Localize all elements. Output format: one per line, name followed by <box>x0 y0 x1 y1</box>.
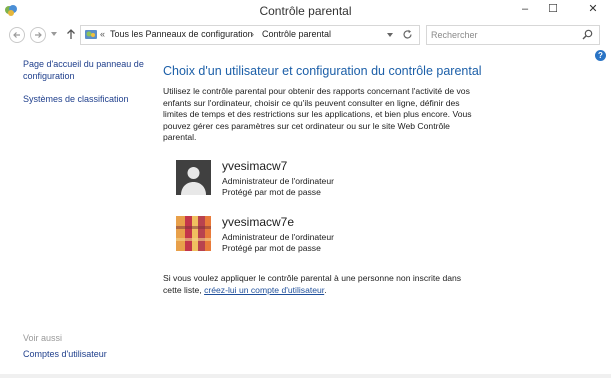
refresh-icon[interactable] <box>402 29 413 40</box>
photo-user-avatar <box>176 216 211 251</box>
window-bottom-edge <box>0 374 611 378</box>
user-tile-yvesimacw7[interactable]: yvesimacw7 Administrateur de l'ordinateu… <box>176 159 476 197</box>
note-end: . <box>324 284 327 295</box>
user-tile-yvesimacw7e[interactable]: yvesimacw7e Administrateur de l'ordinate… <box>176 215 476 253</box>
forward-button[interactable] <box>30 27 46 43</box>
title-bar: Contrôle parental – ☐ ✕ <box>0 0 611 22</box>
help-icon[interactable]: ? <box>595 50 606 61</box>
control-panel-icon <box>84 28 98 42</box>
close-button[interactable]: ✕ <box>581 0 605 18</box>
breadcrumb-all-control-panel[interactable]: Tous les Panneaux de configuration <box>110 29 253 39</box>
back-button[interactable] <box>9 27 25 43</box>
see-also-heading: Voir aussi <box>23 333 63 343</box>
address-dropdown-icon[interactable] <box>387 33 393 37</box>
page-heading: Choix d'un utilisateur et configuration … <box>163 64 482 78</box>
minimize-button[interactable]: – <box>513 0 537 18</box>
recent-pages-dropdown-icon[interactable] <box>51 32 57 36</box>
search-icon[interactable] <box>582 29 593 40</box>
user-name: yvesimacw7e <box>222 215 295 229</box>
user-role: Administrateur de l'ordinateur <box>222 232 334 242</box>
default-user-avatar <box>176 160 211 195</box>
intro-paragraph: Utilisez le contrôle parental pour obten… <box>163 86 472 143</box>
breadcrumb-separator: › <box>251 29 254 39</box>
address-bar[interactable]: « Tous les Panneaux de configuration › C… <box>80 25 420 45</box>
sidebar-link-rating-systems[interactable]: Systèmes de classification <box>23 93 148 105</box>
create-account-note: Si vous voulez appliquer le contrôle par… <box>163 273 473 296</box>
create-user-account-link[interactable]: créez-lui un compte d'utilisateur <box>204 285 324 295</box>
user-role: Administrateur de l'ordinateur <box>222 176 334 186</box>
maximize-button[interactable]: ☐ <box>541 0 565 18</box>
user-name: yvesimacw7 <box>222 159 288 173</box>
user-protection: Protégé par mot de passe <box>222 187 321 197</box>
user-protection: Protégé par mot de passe <box>222 243 321 253</box>
sidebar-link-user-accounts[interactable]: Comptes d'utilisateur <box>23 348 148 360</box>
up-arrow-icon[interactable] <box>66 28 76 40</box>
search-input[interactable] <box>431 28 571 41</box>
breadcrumb-parental-controls[interactable]: Contrôle parental <box>262 29 331 39</box>
search-box[interactable] <box>426 25 600 45</box>
sidebar-link-control-panel-home[interactable]: Page d'accueil du panneau de configurati… <box>23 58 148 82</box>
breadcrumb-overflow[interactable]: « <box>100 29 105 39</box>
navigation-bar: « Tous les Panneaux de configuration › C… <box>0 23 611 45</box>
